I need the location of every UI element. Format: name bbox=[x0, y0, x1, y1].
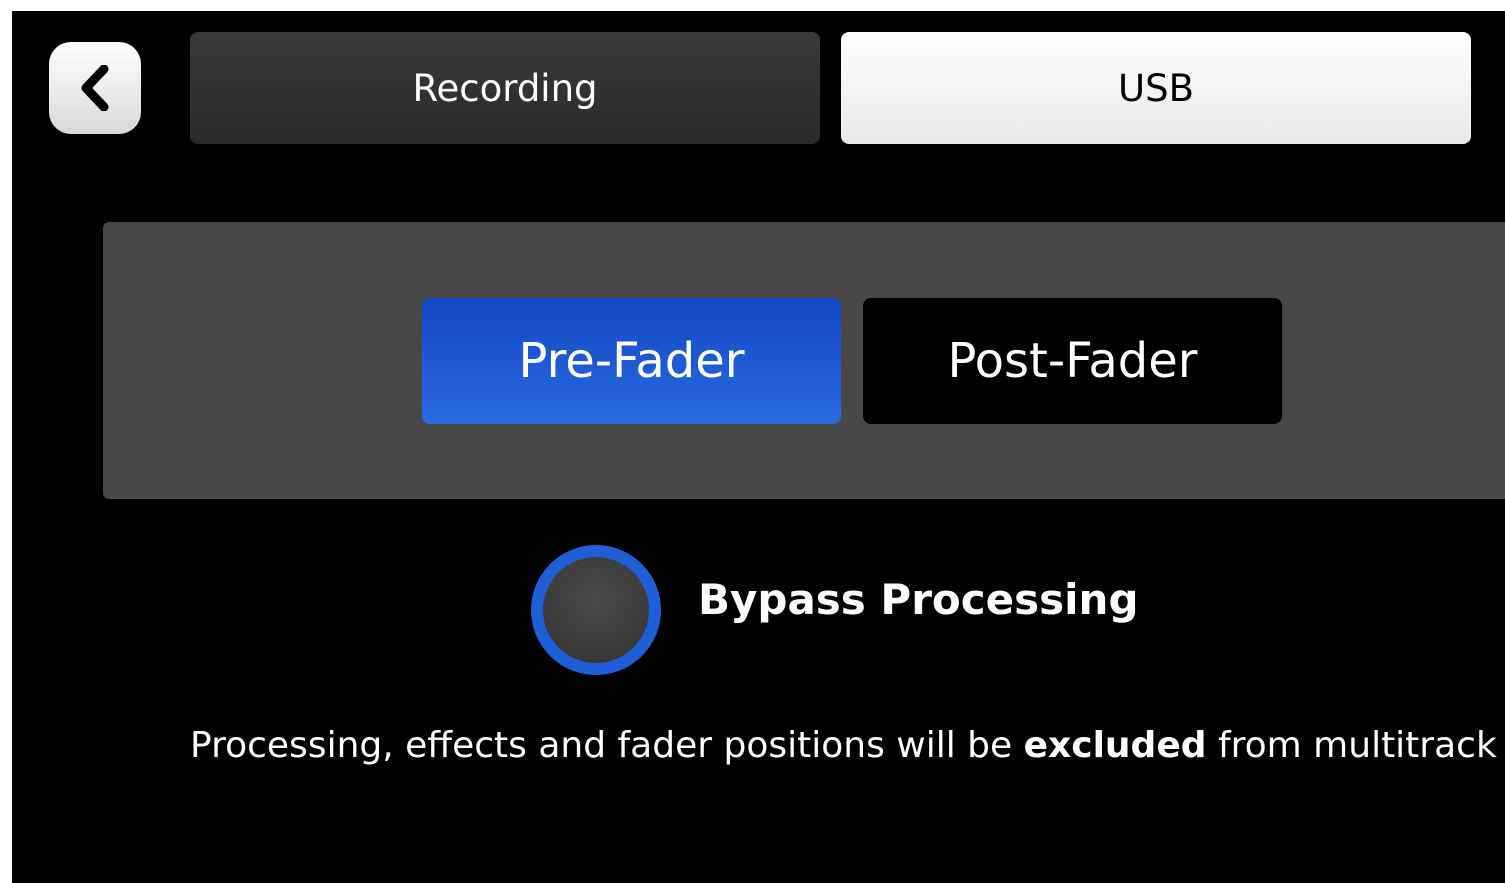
info-text-emphasis: excluded bbox=[1023, 725, 1207, 766]
info-text: Processing, effects and fader positions … bbox=[190, 725, 1497, 766]
tab-recording[interactable]: Recording bbox=[190, 32, 820, 144]
chevron-left-icon bbox=[81, 65, 109, 111]
tap-point-panel: Pre-Fader Post-Fader bbox=[103, 222, 1505, 499]
usb-recording-screen: Recording USB Pre-Fader Post-Fader Bypas… bbox=[12, 11, 1505, 883]
pre-fader-label: Pre-Fader bbox=[518, 333, 745, 389]
pre-fader-button[interactable]: Pre-Fader bbox=[422, 298, 841, 424]
info-text-prefix: Processing, effects and fader positions … bbox=[190, 725, 1024, 766]
tab-recording-label: Recording bbox=[412, 66, 598, 110]
tab-usb-label: USB bbox=[1118, 66, 1194, 110]
bypass-processing-label: Bypass Processing bbox=[698, 575, 1139, 624]
bypass-processing-toggle[interactable] bbox=[531, 545, 661, 675]
tab-usb[interactable]: USB bbox=[841, 32, 1471, 144]
post-fader-button[interactable]: Post-Fader bbox=[863, 298, 1282, 424]
back-button[interactable] bbox=[49, 42, 141, 134]
post-fader-label: Post-Fader bbox=[947, 333, 1198, 389]
info-text-suffix: from multitrack bbox=[1206, 725, 1497, 766]
